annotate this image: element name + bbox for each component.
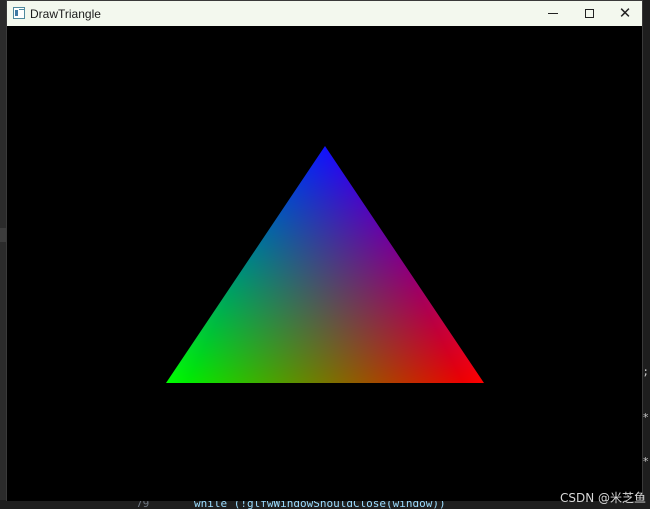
background-editor-glyph: ; (642, 365, 649, 378)
csdn-watermark: CSDN @米芝鱼 (560, 491, 647, 505)
background-editor-right-edge (642, 0, 650, 509)
window-titlebar[interactable]: DrawTriangle ✕ (7, 1, 642, 26)
minimize-icon (548, 13, 558, 14)
background-editor-glyph: * (642, 455, 649, 468)
background-editor-code-line: 79 while (!glfwWindowShouldClose(window)… (0, 500, 650, 509)
minimize-button[interactable] (535, 1, 571, 26)
maximize-icon (584, 9, 594, 18)
close-icon: ✕ (618, 4, 632, 22)
window-title: DrawTriangle (30, 7, 101, 21)
close-button[interactable]: ✕ (607, 1, 643, 26)
background-editor-line-number: 79 (136, 500, 150, 509)
app-window-icon[interactable] (13, 7, 25, 19)
maximize-button[interactable] (571, 1, 607, 26)
opengl-render-canvas[interactable] (7, 26, 642, 501)
triangle-scene (7, 26, 642, 501)
screenshot-stage: ; * * 79 while (!glfwWindowShouldClose(w… (0, 0, 650, 509)
background-editor-glyph: * (642, 411, 649, 424)
background-editor-code-text: while (!glfwWindowShouldClose(window)) (194, 500, 446, 509)
drawtriangle-window[interactable]: DrawTriangle ✕ (6, 0, 643, 501)
